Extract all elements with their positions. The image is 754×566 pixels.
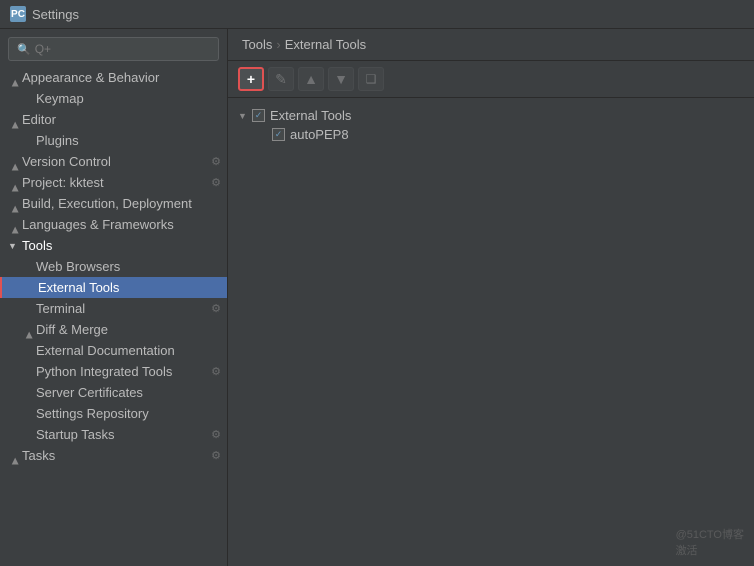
autopep8-checkbox[interactable] [272,128,285,141]
sidebar-item-keymap[interactable]: Keymap [0,88,227,109]
settings-icon: ⚙ [211,428,221,441]
window-title: Settings [32,7,79,22]
content-arrow-icon: ▼ [238,111,252,121]
watermark: @51CTO博客激活 [676,526,744,558]
settings-icon: ⚙ [211,449,221,462]
sidebar-item-tasks[interactable]: ▶ Tasks ⚙ [0,445,227,466]
arrow-icon: ▶ [10,178,21,192]
sidebar-item-label: Tasks [22,448,211,463]
move-up-button[interactable]: ▲ [298,67,324,91]
toolbar: + ✎ ▲ ▼ ❑ [228,61,754,98]
edit-button[interactable]: ✎ [268,67,294,91]
app-icon: PC [10,6,26,22]
title-bar: PC Settings [0,0,754,29]
sidebar-item-label: Build, Execution, Deployment [22,196,227,211]
sidebar-item-diff-merge[interactable]: ▶ Diff & Merge [0,319,227,340]
arrow-icon: ▶ [10,73,21,87]
sidebar-item-appearance[interactable]: ▶ Appearance & Behavior [0,67,227,88]
plus-icon: + [247,71,255,87]
main-layout: 🔍 ▶ Appearance & Behavior Keymap ▶ Edito… [0,29,754,566]
sidebar-item-editor[interactable]: ▶ Editor [0,109,227,130]
sidebar-tree: ▶ Appearance & Behavior Keymap ▶ Editor … [0,67,227,566]
arrow-icon: ▶ [10,115,21,129]
sidebar-item-terminal[interactable]: Terminal ⚙ [0,298,227,319]
content-area: Tools › External Tools + ✎ ▲ ▼ ❑ ▼ [228,29,754,566]
sidebar-item-label: Startup Tasks [36,427,211,442]
sidebar-item-label: Plugins [36,133,227,148]
arrow-icon: ▼ [8,241,22,251]
sidebar-item-external-docs[interactable]: External Documentation [0,340,227,361]
sidebar-item-build[interactable]: ▶ Build, Execution, Deployment [0,193,227,214]
arrow-icon: ▶ [24,325,35,339]
sidebar-item-startup-tasks[interactable]: Startup Tasks ⚙ [0,424,227,445]
sidebar-item-web-browsers[interactable]: Web Browsers [0,256,227,277]
settings-icon: ⚙ [211,155,221,168]
sidebar-item-label: Keymap [36,91,227,106]
sidebar-item-plugins[interactable]: Plugins [0,130,227,151]
add-button[interactable]: + [238,67,264,91]
sidebar-item-label: External Documentation [36,343,227,358]
sidebar-item-tools[interactable]: ▼ Tools [0,235,227,256]
sidebar-item-label: Version Control [22,154,211,169]
sidebar-item-label: Appearance & Behavior [22,70,227,85]
sidebar-item-label: Editor [22,112,227,127]
down-arrow-icon: ▼ [334,71,348,87]
arrow-icon: ▶ [10,451,21,465]
search-icon: 🔍 [17,43,31,56]
sidebar-item-label: Languages & Frameworks [22,217,227,232]
sidebar-item-label: Python Integrated Tools [36,364,211,379]
sidebar-item-version-control[interactable]: ▶ Version Control ⚙ [0,151,227,172]
search-input[interactable] [35,42,210,56]
sidebar-item-label: External Tools [38,280,227,295]
sidebar-item-project[interactable]: ▶ Project: kktest ⚙ [0,172,227,193]
breadcrumb: Tools › External Tools [228,29,754,61]
content-tree: ▼ External Tools autoPEP8 [228,98,754,566]
settings-icon: ⚙ [211,365,221,378]
sidebar-item-label: Terminal [36,301,211,316]
search-box[interactable]: 🔍 [8,37,219,61]
sidebar-item-label: Web Browsers [36,259,227,274]
move-down-button[interactable]: ▼ [328,67,354,91]
sidebar-item-settings-repo[interactable]: Settings Repository [0,403,227,424]
sidebar-item-label: Settings Repository [36,406,227,421]
content-tree-root-label: External Tools [270,108,351,123]
sidebar-item-languages[interactable]: ▶ Languages & Frameworks [0,214,227,235]
content-tree-root: ▼ External Tools [238,106,744,125]
arrow-icon: ▶ [10,157,21,171]
settings-icon: ⚙ [211,302,221,315]
up-arrow-icon: ▲ [304,71,318,87]
sidebar-item-server-certs[interactable]: Server Certificates [0,382,227,403]
sidebar-item-label: Server Certificates [36,385,227,400]
breadcrumb-separator: › [276,37,280,52]
sidebar: 🔍 ▶ Appearance & Behavior Keymap ▶ Edito… [0,29,228,566]
breadcrumb-parent: Tools [242,37,272,52]
content-tree-child-label: autoPEP8 [290,127,349,142]
arrow-icon: ▶ [10,220,21,234]
sidebar-item-python-tools[interactable]: Python Integrated Tools ⚙ [0,361,227,382]
edit-icon: ✎ [275,71,287,88]
copy-icon: ❑ [366,72,377,86]
external-tools-checkbox[interactable] [252,109,265,122]
sidebar-item-label: Project: kktest [22,175,211,190]
settings-icon: ⚙ [211,176,221,189]
sidebar-item-label: Tools [22,238,227,253]
arrow-icon: ▶ [10,199,21,213]
sidebar-item-label: Diff & Merge [36,322,227,337]
copy-button[interactable]: ❑ [358,67,384,91]
content-tree-child-autopep8: autoPEP8 [238,125,744,144]
sidebar-item-external-tools[interactable]: External Tools [0,277,227,298]
breadcrumb-current: External Tools [285,37,366,52]
